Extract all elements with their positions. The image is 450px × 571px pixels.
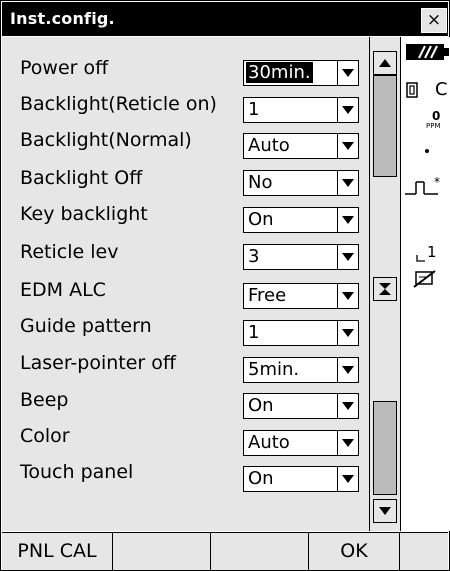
guide-pattern-select[interactable]: 1 [243, 320, 359, 346]
backlight-off-value: No [248, 172, 273, 193]
setting-label-backlight-off: Backlight Off [20, 167, 143, 189]
setting-label-power-off: Power off [20, 57, 109, 79]
softkey-3-button[interactable] [211, 533, 309, 570]
ok-button[interactable]: OK [309, 533, 400, 570]
chevron-down-icon[interactable] [337, 171, 358, 195]
close-button[interactable]: × [421, 8, 447, 33]
guide-pattern-value: 1 [248, 322, 260, 343]
reticle-lev-select[interactable]: 3 [243, 244, 359, 270]
backlight-off-select[interactable]: No [243, 170, 359, 196]
arrow-up-icon [379, 59, 391, 67]
chevron-down-icon[interactable] [337, 284, 358, 308]
status-panel: C 0 PPM * 1 [400, 37, 450, 531]
backlight-normal-select[interactable]: Auto [243, 133, 359, 159]
step-value: 1 [427, 243, 437, 261]
svg-text:*: * [434, 175, 440, 189]
tilt-off-icon [413, 270, 436, 288]
setting-label-laser-pointer-off: Laser-pointer off [20, 352, 176, 374]
chevron-down-icon[interactable] [337, 431, 358, 455]
scroll-thumb-lower[interactable] [373, 401, 397, 495]
chevron-down-icon[interactable] [337, 467, 358, 491]
ppm-label: PPM [426, 122, 441, 130]
power-off-select[interactable]: 30min. [243, 60, 359, 86]
laser-pointer-off-value: 5min. [248, 359, 300, 380]
setting-label-guide-pattern: Guide pattern [20, 315, 152, 337]
beep-select[interactable]: On [243, 393, 359, 419]
backlight-reticle-select[interactable]: 1 [243, 97, 359, 123]
title-bar: Inst.config. × [2, 2, 448, 36]
setting-label-key-backlight: Key backlight [20, 203, 148, 225]
chevron-down-icon[interactable] [337, 321, 358, 345]
backlight-normal-value: Auto [248, 135, 290, 156]
target-icon [425, 149, 429, 153]
color-select[interactable]: Auto [243, 430, 359, 456]
touch-panel-select[interactable]: On [243, 466, 359, 492]
setting-label-backlight-normal: Backlight(Normal) [20, 129, 192, 151]
softkey-bar: PNL CAL OK [2, 532, 448, 570]
chevron-down-icon[interactable] [337, 98, 358, 122]
setting-label-beep: Beep [20, 389, 69, 411]
step-icon [416, 255, 425, 262]
softkey-2-button[interactable] [113, 533, 211, 570]
touch-panel-value: On [248, 468, 274, 489]
chevron-down-icon[interactable] [337, 394, 358, 418]
arrow-down-icon [379, 507, 391, 515]
reflector-icon: * [405, 175, 440, 195]
setting-label-edm-alc: EDM ALC [20, 279, 106, 301]
backlight-reticle-value: 1 [248, 99, 260, 120]
chevron-down-icon[interactable] [337, 208, 358, 232]
beep-value: On [248, 395, 274, 416]
setting-label-backlight-reticle: Backlight(Reticle on) [20, 93, 217, 115]
chevron-down-icon[interactable] [337, 245, 358, 269]
scroll-thumb-upper[interactable] [373, 75, 397, 177]
color-value: Auto [248, 432, 290, 453]
cut-text: C [435, 79, 448, 100]
laser-pointer-off-select[interactable]: 5min. [243, 357, 359, 383]
inst-config-window: Inst.config. × Power off 30min. Backligh… [0, 0, 450, 571]
key-backlight-value: On [248, 209, 274, 230]
scroll-down-button[interactable] [373, 499, 397, 523]
pnl-cal-button[interactable]: PNL CAL [2, 533, 113, 570]
scroll-up-button[interactable] [373, 51, 397, 75]
power-off-value: 30min. [246, 62, 313, 83]
setting-label-color: Color [20, 425, 70, 447]
disk-icon [406, 82, 418, 98]
vertical-scrollbar[interactable] [369, 37, 400, 531]
page-scroll-icon [379, 283, 391, 295]
ppm-value: 0 [432, 109, 441, 123]
edm-alc-value: Free [248, 285, 287, 306]
key-backlight-select[interactable]: On [243, 207, 359, 233]
setting-label-reticle-lev: Reticle lev [20, 241, 119, 263]
chevron-down-icon[interactable] [337, 358, 358, 382]
battery-icon [406, 44, 449, 60]
chevron-down-icon[interactable] [337, 134, 358, 158]
chevron-down-icon[interactable] [337, 61, 358, 85]
reticle-lev-value: 3 [248, 246, 260, 267]
window-title: Inst.config. [10, 9, 115, 28]
softkey-5-button[interactable] [400, 533, 448, 570]
setting-label-touch-panel: Touch panel [20, 461, 134, 483]
scroll-page-button[interactable] [373, 277, 397, 301]
edm-alc-select[interactable]: Free [243, 283, 359, 309]
settings-panel: Power off 30min. Backlight(Reticle on) 1… [2, 37, 400, 531]
